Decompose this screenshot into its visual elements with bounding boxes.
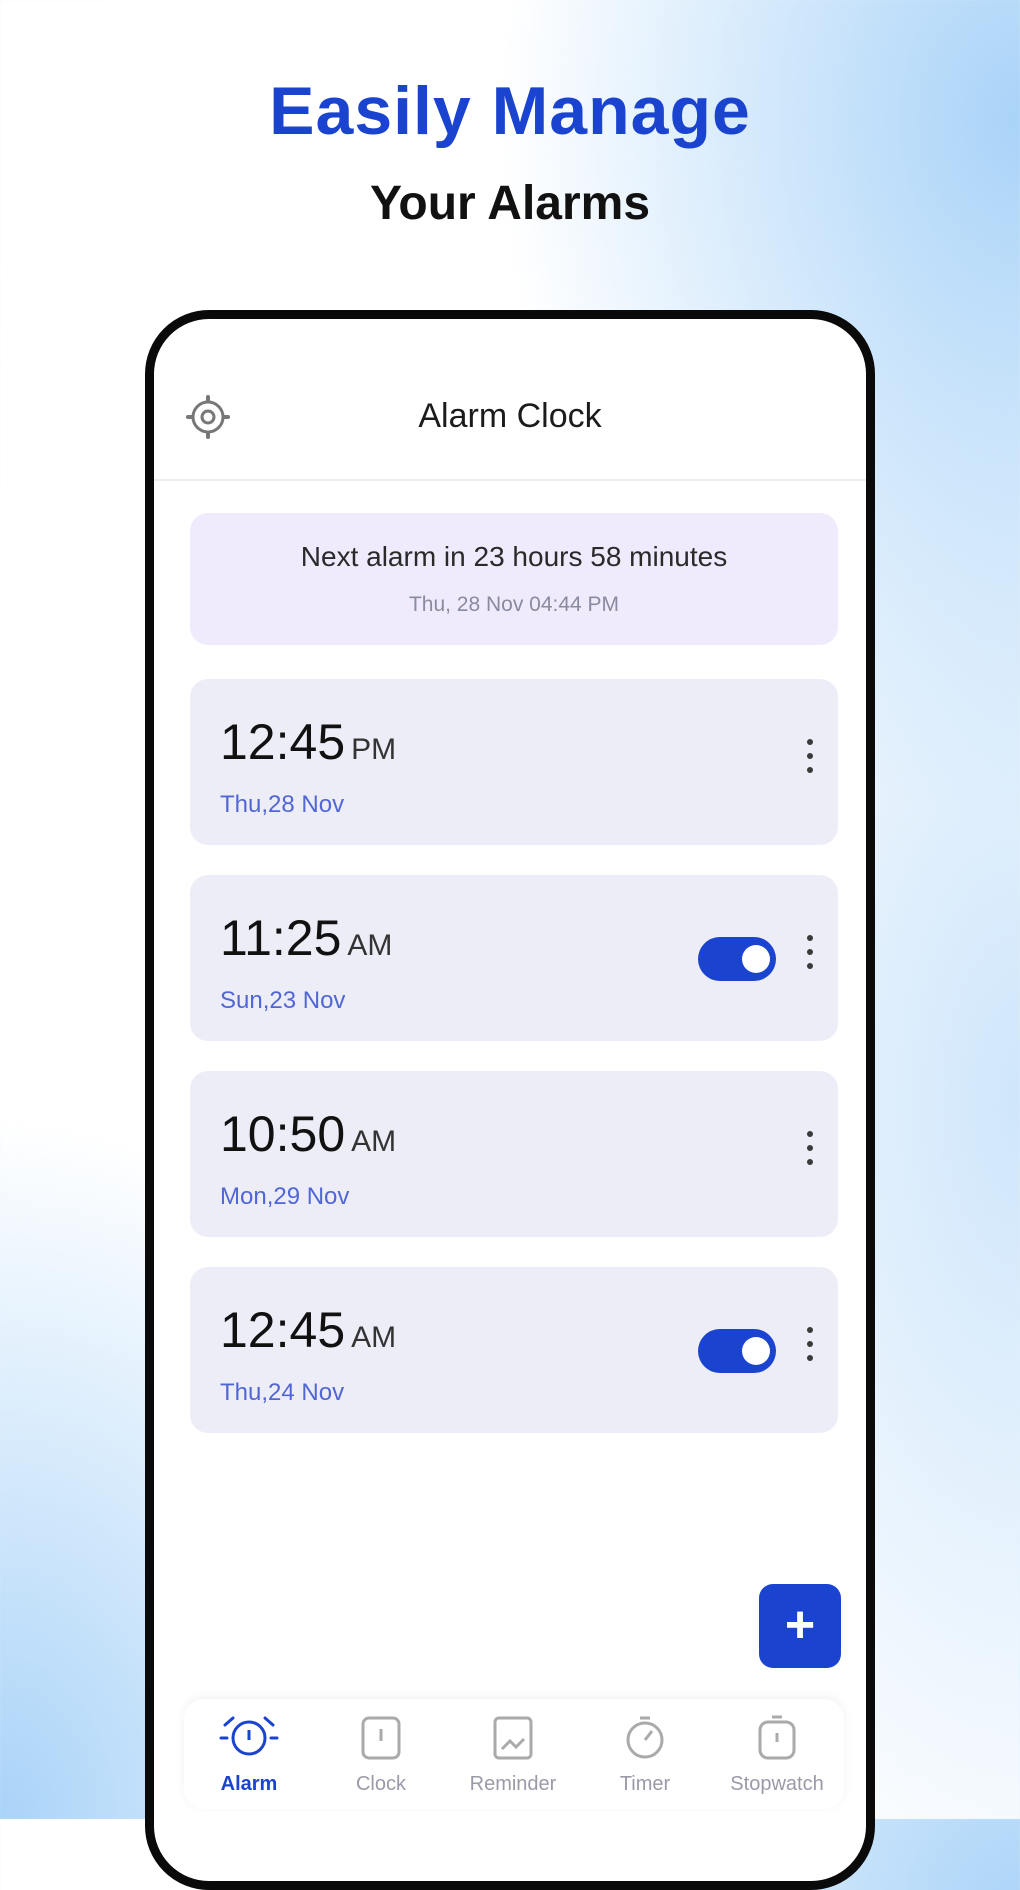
alarm-ampm: AM xyxy=(351,1321,397,1354)
nav-label: Clock xyxy=(355,1773,406,1795)
next-alarm-text: Next alarm in 23 hours 58 minutes xyxy=(300,541,728,572)
phone-frame: Alarm Clock Next alarm in 23 hours 58 mi… xyxy=(145,310,875,1890)
nav-label: Reminder xyxy=(469,1773,557,1795)
alarm-time: 12:45 xyxy=(220,714,346,770)
bottom-nav: Alarm Clock Reminder Timer Stopwatch xyxy=(184,1699,844,1809)
app-bar: Alarm Clock xyxy=(154,319,866,481)
alarm-toggle[interactable] xyxy=(698,1329,776,1373)
alarm-date: Thu,28 Nov xyxy=(220,791,345,818)
nav-item-timer[interactable]: Timer xyxy=(580,1713,710,1796)
nav-label: Timer xyxy=(619,1773,671,1795)
nav-item-clock[interactable]: Clock xyxy=(316,1713,446,1796)
alarm-date: Mon,29 Nov xyxy=(220,1183,350,1210)
alarm-ampm: PM xyxy=(351,733,397,766)
more-options-icon[interactable] xyxy=(800,1327,820,1373)
timer-icon xyxy=(626,1716,664,1759)
alarm-time: 12:45 xyxy=(220,1302,346,1358)
alarm-icon xyxy=(219,1716,279,1756)
stopwatch-icon xyxy=(758,1715,796,1760)
alarm-time: 10:50 xyxy=(220,1106,346,1162)
nav-label: Stopwatch xyxy=(730,1773,824,1795)
next-alarm-time: Thu, 28 Nov 04:44 PM xyxy=(408,593,620,616)
alarm-date: Sun,23 Nov xyxy=(220,987,346,1014)
toggle-knob xyxy=(742,945,770,973)
promo-subtitle: Your Alarms xyxy=(369,177,651,230)
promo-title: Easily Manage xyxy=(269,73,751,149)
add-alarm-button[interactable]: + xyxy=(759,1584,841,1668)
alarm-card[interactable]: 12:45 PM Thu,28 Nov xyxy=(190,679,838,845)
alarm-ampm: AM xyxy=(347,929,393,962)
more-options-icon[interactable] xyxy=(800,1131,820,1177)
app-title: Alarm Clock xyxy=(418,397,602,435)
more-options-icon[interactable] xyxy=(800,935,820,981)
alarm-time: 11:25 xyxy=(220,910,342,966)
clock-icon xyxy=(361,1716,401,1760)
alarm-card[interactable]: 12:45 AM Thu,24 Nov xyxy=(190,1267,838,1433)
alarm-toggle[interactable] xyxy=(698,937,776,981)
nav-label: Alarm xyxy=(220,1773,278,1795)
more-options-icon[interactable] xyxy=(800,739,820,785)
alarm-card[interactable]: 10:50 AM Mon,29 Nov xyxy=(190,1071,838,1237)
nav-item-stopwatch[interactable]: Stopwatch xyxy=(712,1713,842,1796)
next-alarm-banner: Next alarm in 23 hours 58 minutes Thu, 2… xyxy=(190,513,838,645)
toggle-knob xyxy=(742,1337,770,1365)
nav-item-reminder[interactable]: Reminder xyxy=(448,1713,578,1796)
alarm-ampm: AM xyxy=(351,1125,397,1158)
alarm-card[interactable]: 11:25 AM Sun,23 Nov xyxy=(190,875,838,1041)
reminder-icon xyxy=(493,1716,533,1760)
alarm-date: Thu,24 Nov xyxy=(220,1379,345,1406)
nav-item-alarm[interactable]: Alarm xyxy=(184,1713,314,1796)
